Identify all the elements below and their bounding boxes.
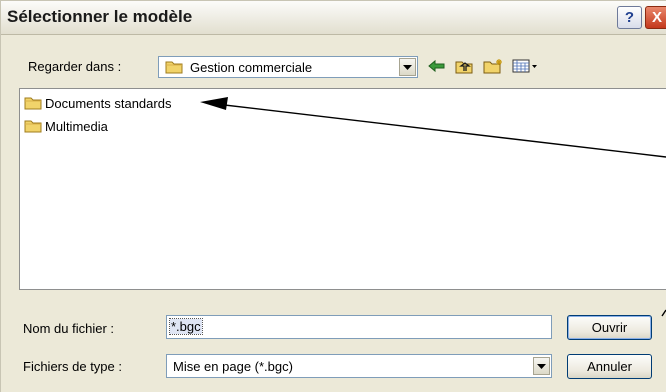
list-item[interactable]: Multimedia bbox=[24, 117, 108, 135]
filetype-label: Fichiers de type : bbox=[23, 359, 122, 374]
filetype-value: Mise en page (*.bgc) bbox=[173, 359, 293, 374]
new-folder-button[interactable] bbox=[482, 56, 504, 76]
chevron-down-icon bbox=[537, 363, 546, 369]
filetype-combobox[interactable]: Mise en page (*.bgc) bbox=[166, 354, 552, 378]
close-icon: X bbox=[651, 9, 662, 26]
back-button[interactable] bbox=[426, 56, 446, 76]
title-bar[interactable]: Sélectionner le modèle ? X bbox=[1, 1, 666, 35]
filename-input[interactable]: *.bgc bbox=[166, 315, 552, 339]
look-in-label: Regarder dans : bbox=[28, 59, 122, 74]
filename-value: *.bgc bbox=[169, 318, 203, 335]
view-menu-button[interactable] bbox=[511, 56, 539, 76]
file-list[interactable]: Documents standards Multimedia bbox=[19, 88, 666, 290]
up-folder-button[interactable] bbox=[454, 56, 474, 76]
cancel-button[interactable]: Annuler bbox=[567, 354, 652, 379]
filename-label: Nom du fichier : bbox=[23, 321, 115, 336]
help-button[interactable]: ? bbox=[617, 6, 642, 29]
folder-icon bbox=[24, 119, 42, 133]
look-in-value: Gestion commerciale bbox=[190, 60, 313, 75]
filetype-dropdown-button[interactable] bbox=[533, 357, 550, 375]
dialog-title: Sélectionner le modèle bbox=[7, 7, 193, 26]
open-button-label: Ouvrir bbox=[591, 320, 628, 335]
close-button[interactable]: X bbox=[645, 6, 666, 29]
help-icon: ? bbox=[624, 9, 635, 26]
list-item[interactable]: Documents standards bbox=[24, 94, 171, 112]
folder-icon bbox=[24, 96, 42, 110]
list-item-label: Multimedia bbox=[45, 118, 108, 134]
look-in-dropdown-button[interactable] bbox=[399, 58, 416, 76]
open-button[interactable]: Ouvrir bbox=[567, 315, 652, 340]
open-file-dialog: Sélectionner le modèle ? X Regarder dans… bbox=[0, 0, 666, 392]
up-folder-icon bbox=[455, 61, 473, 73]
back-arrow-icon bbox=[427, 59, 444, 73]
look-in-combobox[interactable]: Gestion commerciale bbox=[158, 56, 418, 78]
folder-icon bbox=[165, 60, 183, 79]
view-menu-icon bbox=[512, 59, 537, 73]
cancel-button-label: Annuler bbox=[587, 359, 632, 374]
list-item-label: Documents standards bbox=[45, 95, 172, 111]
new-folder-icon bbox=[483, 59, 502, 74]
chevron-down-icon bbox=[403, 64, 412, 70]
